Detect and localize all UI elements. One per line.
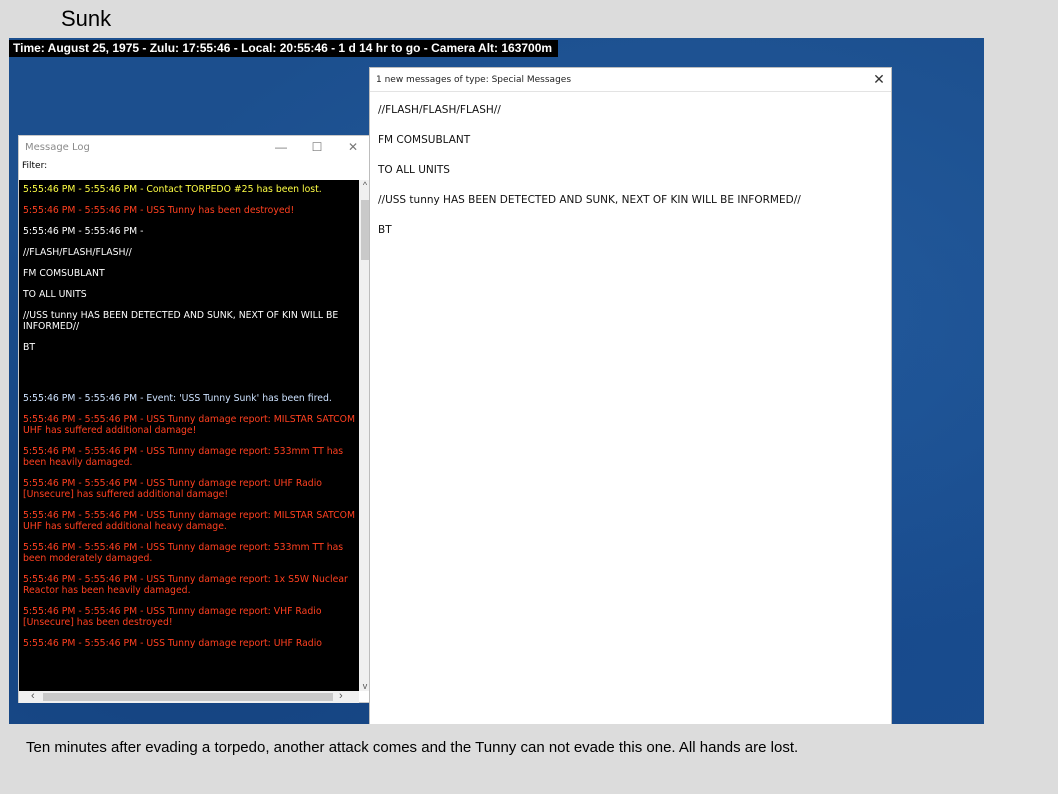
log-line: 5:55:46 PM - 5:55:46 PM - USS Tunny dama… <box>23 606 325 628</box>
close-icon[interactable]: ✕ <box>867 72 891 88</box>
popup-line: BT <box>378 224 392 236</box>
close-icon[interactable]: ✕ <box>335 140 371 154</box>
minimize-icon[interactable]: — <box>263 140 299 154</box>
log-line: //USS tunny HAS BEEN DETECTED AND SUNK, … <box>23 310 342 332</box>
message-log-titlebar[interactable]: Message Log — ☐ ✕ <box>19 136 371 158</box>
popup-line: TO ALL UNITS <box>378 164 450 176</box>
log-line: 5:55:46 PM - 5:55:46 PM - Event: 'USS Tu… <box>23 393 332 404</box>
status-bar: Time: August 25, 1975 - Zulu: 17:55:46 -… <box>9 40 559 57</box>
popup-line: //USS tunny HAS BEEN DETECTED AND SUNK, … <box>378 194 801 206</box>
log-line: FM COMSUBLANT <box>23 268 105 279</box>
maximize-icon[interactable]: ☐ <box>299 140 335 154</box>
scroll-right-icon[interactable]: › <box>339 690 343 702</box>
log-line: TO ALL UNITS <box>23 289 87 300</box>
scrollbar-thumb[interactable] <box>43 693 333 701</box>
popup-titlebar[interactable]: 1 new messages of type: Special Messages… <box>370 68 891 92</box>
log-line: 5:55:46 PM - 5:55:46 PM - USS Tunny dama… <box>23 542 347 564</box>
popup-body: //FLASH/FLASH/FLASH// FM COMSUBLANT TO A… <box>370 92 891 266</box>
log-line: 5:55:46 PM - 5:55:46 PM - USS Tunny dama… <box>23 510 358 532</box>
log-line: BT <box>23 342 36 353</box>
log-line: 5:55:46 PM - 5:55:46 PM - USS Tunny dama… <box>23 446 347 468</box>
message-log-window[interactable]: Message Log — ☐ ✕ Filter: 5:55:46 PM - 5… <box>18 135 372 703</box>
message-log-title: Message Log <box>25 141 90 153</box>
message-log-list[interactable]: 5:55:46 PM - 5:55:46 PM - Contact TORPED… <box>19 180 359 691</box>
horizontal-scrollbar[interactable]: ‹ › <box>19 690 359 703</box>
special-messages-popup[interactable]: 1 new messages of type: Special Messages… <box>369 67 892 724</box>
filter-label[interactable]: Filter: <box>19 158 371 174</box>
scrollbar-thumb[interactable] <box>361 200 369 260</box>
log-line: 5:55:46 PM - 5:55:46 PM - <box>23 226 144 237</box>
game-map[interactable]: Time: August 25, 1975 - Zulu: 17:55:46 -… <box>9 38 984 724</box>
log-line: 5:55:46 PM - 5:55:46 PM - USS Tunny dama… <box>23 414 358 436</box>
log-line: 5:55:46 PM - 5:55:46 PM - USS Tunny has … <box>23 205 295 216</box>
log-line: 5:55:46 PM - 5:55:46 PM - Contact TORPED… <box>23 184 322 195</box>
log-line: 5:55:46 PM - 5:55:46 PM - USS Tunny dama… <box>23 638 322 649</box>
log-line: //FLASH/FLASH/FLASH// <box>23 247 132 258</box>
popup-title: 1 new messages of type: Special Messages <box>376 74 572 85</box>
log-line: 5:55:46 PM - 5:55:46 PM - USS Tunny dama… <box>23 478 325 500</box>
caption: Ten minutes after evading a torpedo, ano… <box>26 739 799 756</box>
page-title: Sunk <box>61 6 112 31</box>
scroll-left-icon[interactable]: ‹ <box>31 690 35 702</box>
log-line: 5:55:46 PM - 5:55:46 PM - USS Tunny dama… <box>23 574 351 596</box>
popup-line: FM COMSUBLANT <box>378 134 471 146</box>
popup-line: //FLASH/FLASH/FLASH// <box>378 104 501 116</box>
